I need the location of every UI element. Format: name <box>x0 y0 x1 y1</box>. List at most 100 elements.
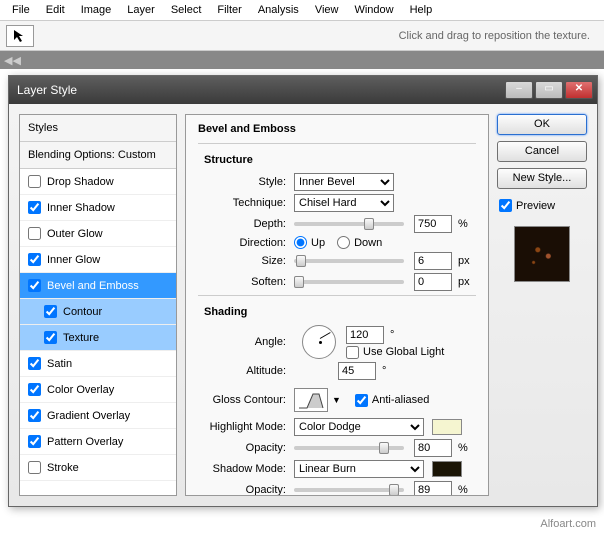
style-select[interactable]: Inner Bevel <box>294 173 394 191</box>
menu-file[interactable]: File <box>6 2 36 18</box>
altitude-input[interactable] <box>338 362 376 380</box>
dialog-title: Layer Style <box>13 83 77 97</box>
style-checkbox[interactable] <box>28 435 41 448</box>
minimize-button[interactable]: – <box>505 81 533 99</box>
style-checkbox[interactable] <box>28 227 41 240</box>
preview-checkbox[interactable] <box>499 199 512 212</box>
angle-input[interactable] <box>346 326 384 344</box>
angle-dial[interactable] <box>302 325 336 359</box>
menu-edit[interactable]: Edit <box>40 2 71 18</box>
shadow-opacity-unit: % <box>458 484 468 496</box>
style-item-label: Gradient Overlay <box>47 410 130 422</box>
size-slider[interactable] <box>294 259 404 263</box>
maximize-button[interactable]: ▭ <box>535 81 563 99</box>
contour-dropdown-icon[interactable]: ▼ <box>332 395 341 405</box>
direction-down-radio[interactable] <box>337 236 350 249</box>
ok-button[interactable]: OK <box>497 114 587 135</box>
menu-select[interactable]: Select <box>165 2 208 18</box>
style-item-texture[interactable]: Texture <box>20 325 176 351</box>
shadow-opacity-slider[interactable] <box>294 488 404 492</box>
style-item-drop-shadow[interactable]: Drop Shadow <box>20 169 176 195</box>
structure-title: Structure <box>198 148 476 170</box>
panel-title: Bevel and Emboss <box>198 121 476 139</box>
menu-window[interactable]: Window <box>348 2 399 18</box>
panel-handle-icon[interactable]: ◀◀ <box>4 54 16 66</box>
style-checkbox[interactable] <box>44 305 57 318</box>
style-item-label: Drop Shadow <box>47 176 114 188</box>
soften-slider[interactable] <box>294 280 404 284</box>
depth-slider[interactable] <box>294 222 404 226</box>
altitude-unit: ° <box>382 365 386 377</box>
technique-select[interactable]: Chisel Hard <box>294 194 394 212</box>
style-checkbox[interactable] <box>28 253 41 266</box>
menu-view[interactable]: View <box>309 2 345 18</box>
size-unit: px <box>458 255 470 267</box>
style-item-label: Pattern Overlay <box>47 436 123 448</box>
move-tool-icon[interactable] <box>6 25 34 47</box>
style-item-inner-glow[interactable]: Inner Glow <box>20 247 176 273</box>
watermark: Alfoart.com <box>540 518 596 530</box>
style-item-pattern-overlay[interactable]: Pattern Overlay <box>20 429 176 455</box>
highlight-color-swatch[interactable] <box>432 419 462 435</box>
style-item-satin[interactable]: Satin <box>20 351 176 377</box>
style-item-label: Satin <box>47 358 72 370</box>
bevel-emboss-panel: Bevel and Emboss Structure Style: Inner … <box>185 114 489 496</box>
shadow-color-swatch[interactable] <box>432 461 462 477</box>
style-item-inner-shadow[interactable]: Inner Shadow <box>20 195 176 221</box>
styles-header[interactable]: Styles <box>20 115 176 142</box>
menu-filter[interactable]: Filter <box>211 2 247 18</box>
highlight-opacity-input[interactable] <box>414 439 452 457</box>
style-checkbox[interactable] <box>44 331 57 344</box>
style-checkbox[interactable] <box>28 357 41 370</box>
size-input[interactable] <box>414 252 452 270</box>
angle-unit: ° <box>390 329 394 341</box>
preview-label: Preview <box>516 200 555 212</box>
style-checkbox[interactable] <box>28 175 41 188</box>
shadow-mode-select[interactable]: Linear Burn <box>294 460 424 478</box>
style-checkbox[interactable] <box>28 201 41 214</box>
preview-thumbnail <box>514 226 570 282</box>
soften-input[interactable] <box>414 273 452 291</box>
size-label: Size: <box>198 255 294 267</box>
style-checkbox[interactable] <box>28 279 41 292</box>
close-button[interactable]: ✕ <box>565 81 593 99</box>
shadow-mode-label: Shadow Mode: <box>198 463 294 475</box>
highlight-mode-label: Highlight Mode: <box>198 421 294 433</box>
tool-status-text: Click and drag to reposition the texture… <box>399 30 598 42</box>
blending-options-header[interactable]: Blending Options: Custom <box>20 142 176 169</box>
new-style-button[interactable]: New Style... <box>497 168 587 189</box>
menu-analysis[interactable]: Analysis <box>252 2 305 18</box>
global-light-checkbox[interactable] <box>346 346 359 359</box>
gloss-contour-picker[interactable] <box>294 388 328 412</box>
menu-layer[interactable]: Layer <box>121 2 161 18</box>
menubar: File Edit Image Layer Select Filter Anal… <box>0 0 604 21</box>
highlight-mode-select[interactable]: Color Dodge <box>294 418 424 436</box>
dialog-titlebar[interactable]: Layer Style – ▭ ✕ <box>9 76 597 104</box>
cancel-button[interactable]: Cancel <box>497 141 587 162</box>
style-item-stroke[interactable]: Stroke <box>20 455 176 481</box>
layer-style-dialog: Layer Style – ▭ ✕ Styles Blending Option… <box>8 75 598 507</box>
document-tab-bar: ◀◀ <box>0 51 604 69</box>
style-item-contour[interactable]: Contour <box>20 299 176 325</box>
direction-up-label: Up <box>311 237 325 249</box>
depth-unit: % <box>458 218 468 230</box>
shadow-opacity-input[interactable] <box>414 481 452 496</box>
style-item-bevel-and-emboss[interactable]: Bevel and Emboss <box>20 273 176 299</box>
highlight-opacity-slider[interactable] <box>294 446 404 450</box>
menu-help[interactable]: Help <box>404 2 439 18</box>
menu-image[interactable]: Image <box>75 2 118 18</box>
style-item-color-overlay[interactable]: Color Overlay <box>20 377 176 403</box>
style-item-gradient-overlay[interactable]: Gradient Overlay <box>20 403 176 429</box>
depth-input[interactable] <box>414 215 452 233</box>
style-item-label: Color Overlay <box>47 384 114 396</box>
style-item-outer-glow[interactable]: Outer Glow <box>20 221 176 247</box>
style-checkbox[interactable] <box>28 383 41 396</box>
tool-options-bar: Click and drag to reposition the texture… <box>0 21 604 51</box>
direction-up-radio[interactable] <box>294 236 307 249</box>
style-checkbox[interactable] <box>28 409 41 422</box>
style-label: Style: <box>198 176 294 188</box>
style-item-label: Inner Glow <box>47 254 100 266</box>
antialiased-checkbox[interactable] <box>355 394 368 407</box>
shading-title: Shading <box>198 300 476 322</box>
style-checkbox[interactable] <box>28 461 41 474</box>
